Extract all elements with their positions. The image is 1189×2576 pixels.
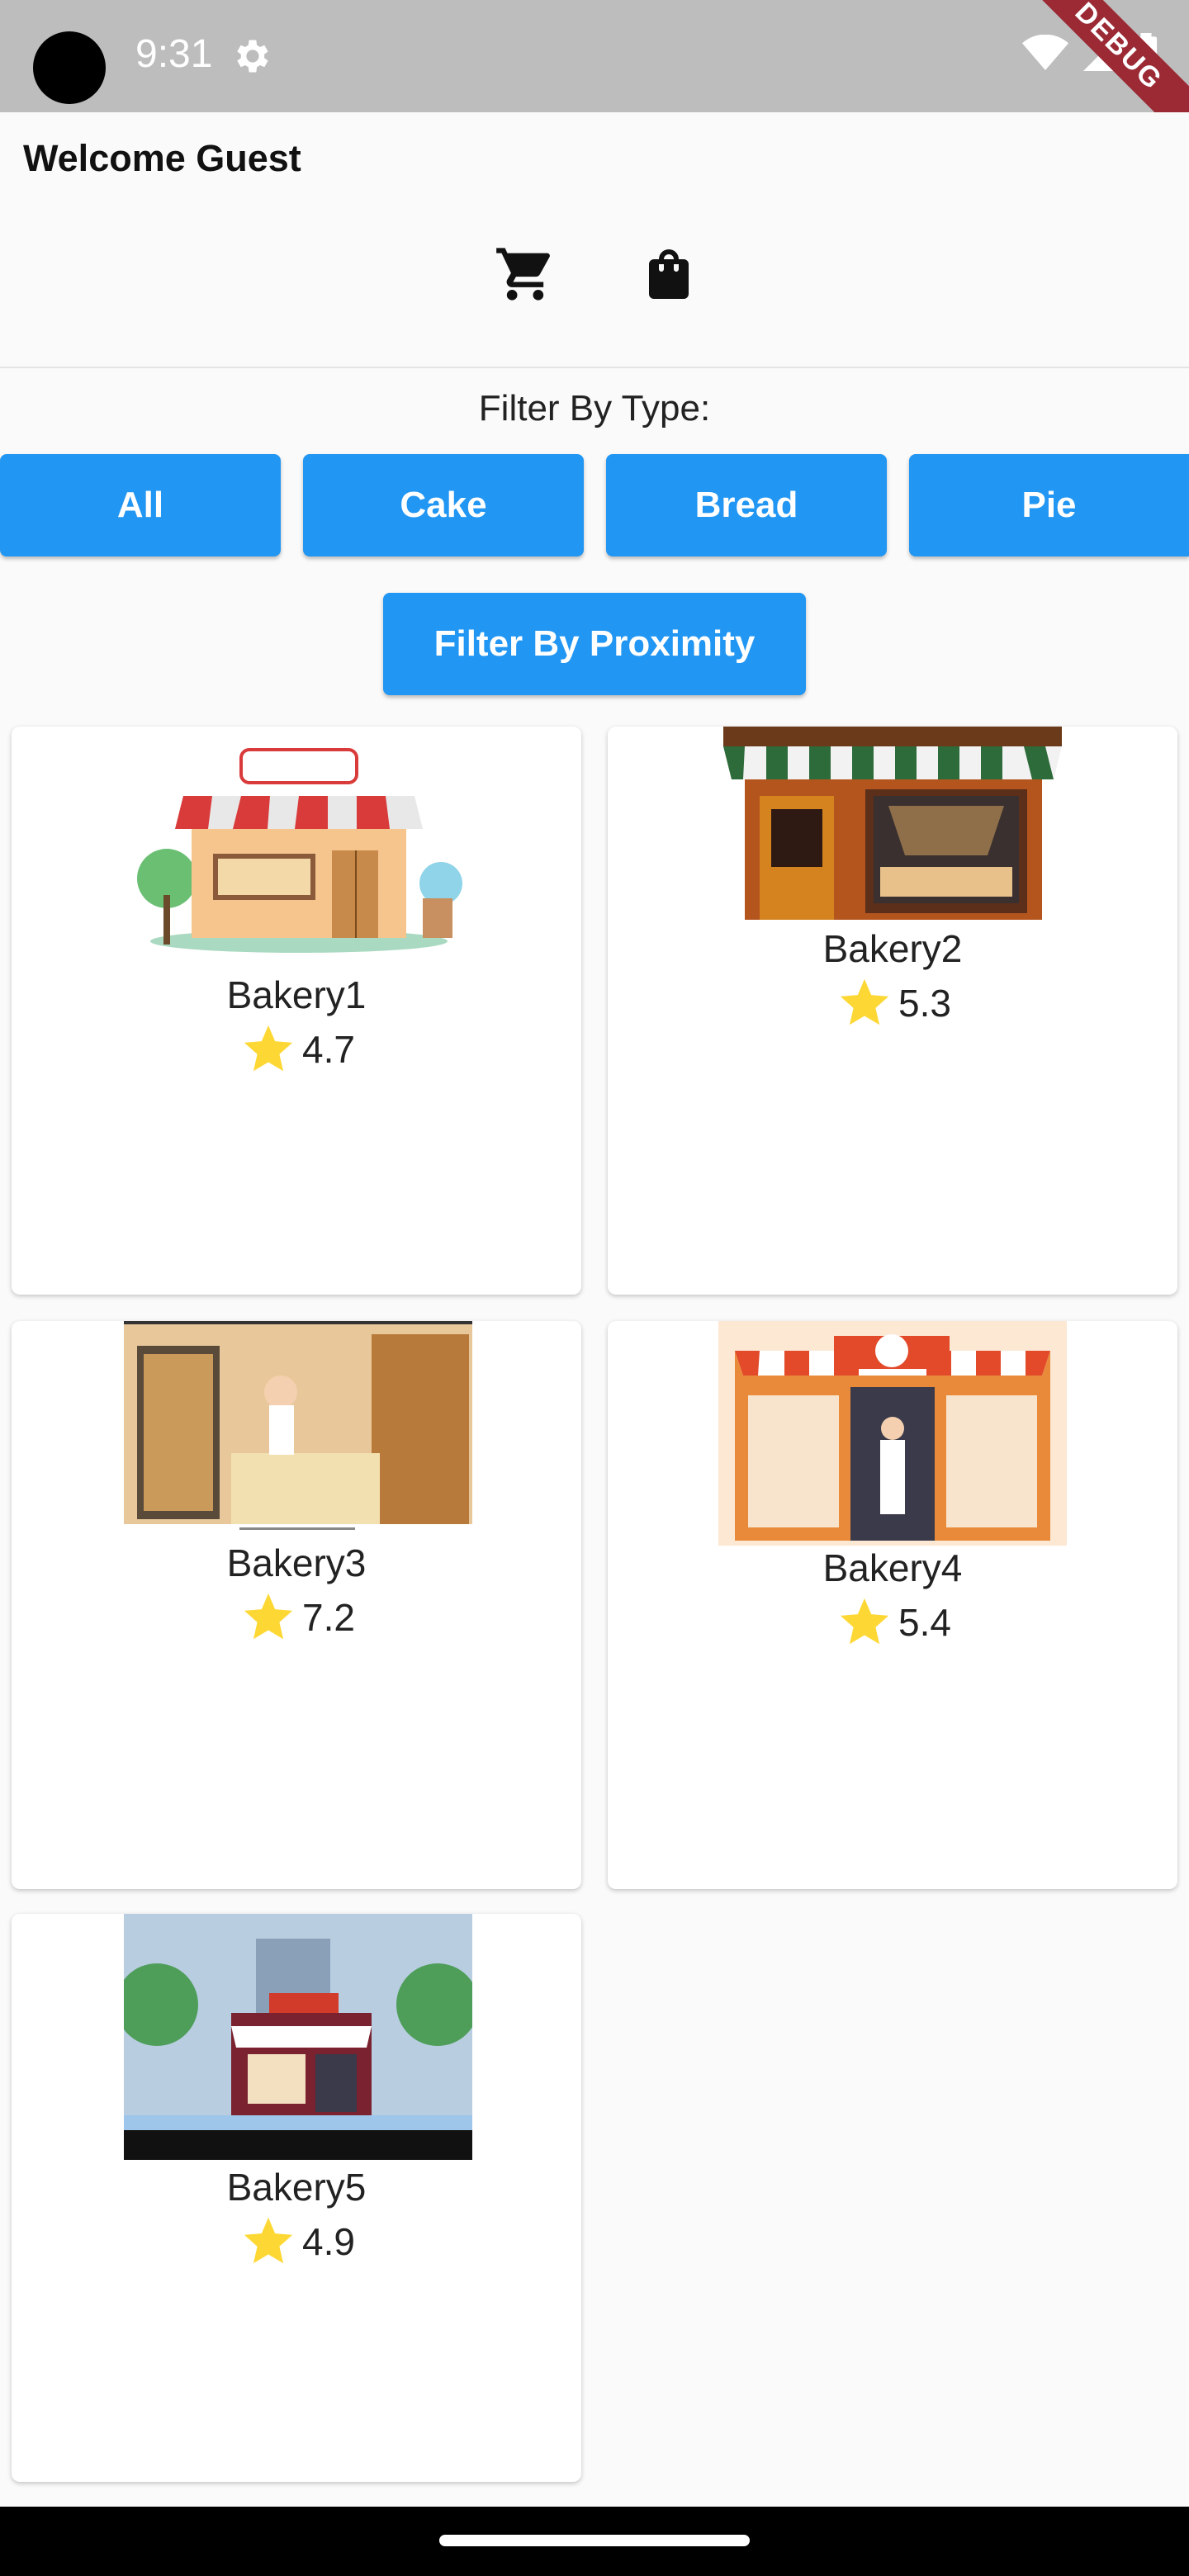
bakery-rating: 4.7 xyxy=(12,1020,581,1078)
bakery-rating: 5.4 xyxy=(608,1593,1177,1651)
filter-pie-button[interactable]: Pie xyxy=(909,454,1189,556)
status-bar: 9:31 DEBUG xyxy=(0,0,1189,159)
filter-bread-button[interactable]: Bread xyxy=(606,454,887,556)
cart-icon[interactable] xyxy=(494,243,557,305)
rating-value: 5.3 xyxy=(898,982,951,1025)
bakery-name: Bakery3 xyxy=(226,1541,367,1584)
bakery-rating: 7.2 xyxy=(12,1589,581,1646)
rating-value: 4.7 xyxy=(302,1028,355,1071)
bakery4-storefront-image xyxy=(718,1321,1067,1546)
system-navigation-bar xyxy=(0,2507,1189,2576)
bakery3-interior-image xyxy=(124,1321,472,1536)
shopping-bag-icon[interactable] xyxy=(639,243,699,305)
bakery5-storefront-image xyxy=(124,1914,472,2160)
bakery-name: Bakery2 xyxy=(822,927,963,970)
star-icon xyxy=(244,2217,293,2264)
filter-cake-button[interactable]: Cake xyxy=(303,454,584,556)
star-icon xyxy=(840,978,889,1025)
welcome-title: Welcome Guest xyxy=(23,137,301,179)
star-icon xyxy=(244,1593,293,1640)
filter-by-type-label: Filter By Type: xyxy=(478,388,711,429)
app-bar: Welcome Guest xyxy=(0,112,1189,368)
bakery1-storefront-image xyxy=(137,748,462,953)
star-icon xyxy=(840,1598,889,1645)
bakery-card-1[interactable]: Bakery1 4.7 xyxy=(12,727,581,1295)
bakery-card-4[interactable]: Bakery4 5.4 xyxy=(608,1321,1177,1889)
bakery2-storefront-image xyxy=(723,727,1062,920)
filter-by-proximity-button[interactable]: Filter By Proximity xyxy=(383,593,806,695)
camera-cutout xyxy=(33,31,106,104)
rating-value: 5.4 xyxy=(898,1601,951,1644)
rating-value: 7.2 xyxy=(302,1596,355,1639)
bakery-rating: 5.3 xyxy=(608,974,1177,1032)
filter-all-button[interactable]: All xyxy=(0,454,281,556)
bakery-card-3[interactable]: Bakery3 7.2 xyxy=(12,1321,581,1889)
star-icon xyxy=(244,1025,293,1072)
status-time: 9:31 xyxy=(135,32,213,76)
bakery-name: Bakery1 xyxy=(226,973,367,1016)
wifi-icon xyxy=(1022,35,1068,70)
bakery-rating: 4.9 xyxy=(12,2213,581,2271)
bakery-card-5[interactable]: Bakery5 4.9 xyxy=(12,1914,581,2482)
rating-value: 4.9 xyxy=(302,2220,355,2263)
bakery-name: Bakery4 xyxy=(822,1546,963,1589)
home-gesture-pill[interactable] xyxy=(439,2535,750,2546)
bakery-card-2[interactable]: Bakery2 5.3 xyxy=(608,727,1177,1295)
bakery-name: Bakery5 xyxy=(226,2166,367,2209)
settings-gear-icon xyxy=(237,40,268,73)
